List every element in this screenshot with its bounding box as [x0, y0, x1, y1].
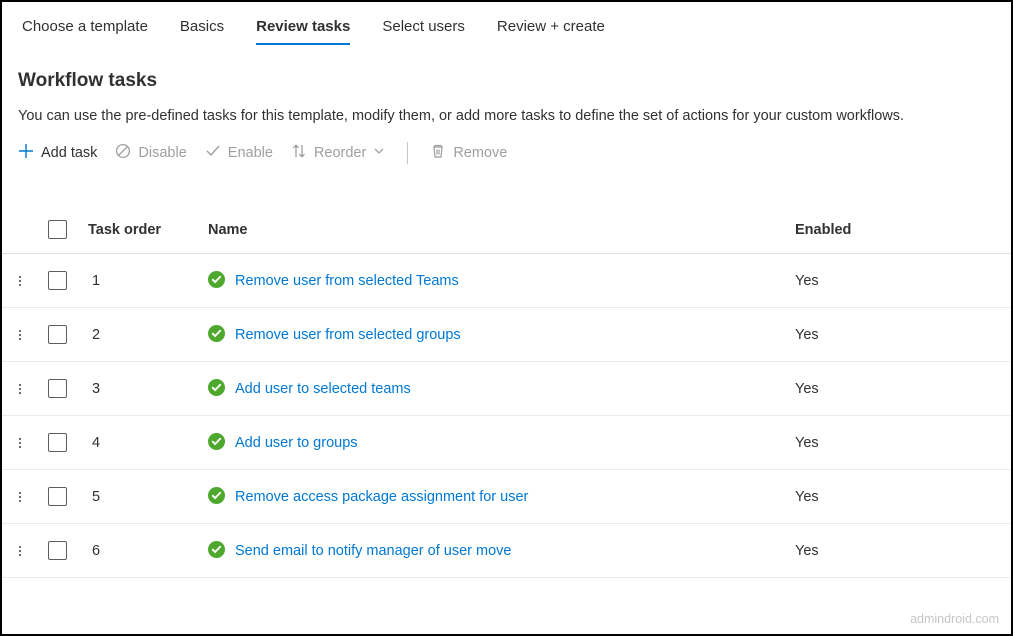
success-icon [208, 325, 225, 345]
table-row: 5 Remove access package assignment for us… [2, 470, 1011, 524]
table-header: Task order Name Enabled [2, 206, 1011, 254]
task-link[interactable]: Add user to selected teams [235, 381, 411, 397]
name-header: Name [208, 222, 795, 238]
add-task-label: Add task [41, 145, 97, 161]
name-cell: Add user to groups [208, 433, 795, 453]
add-task-button[interactable]: Add task [18, 143, 97, 163]
drag-handle-icon[interactable] [18, 327, 48, 343]
reorder-button: Reorder [291, 143, 385, 163]
table-row: 4 Add user to groups Yes [2, 416, 1011, 470]
remove-label: Remove [453, 145, 507, 161]
task-link[interactable]: Send email to notify manager of user mov… [235, 543, 511, 559]
table-row: 6 Send email to notify manager of user mo… [2, 524, 1011, 578]
table-row: 3 Add user to selected teams Yes [2, 362, 1011, 416]
tabs: Choose a template Basics Review tasks Se… [2, 2, 1011, 46]
success-icon [208, 379, 225, 399]
task-order: 2 [88, 327, 208, 343]
task-order: 6 [88, 543, 208, 559]
success-icon [208, 433, 225, 453]
task-link[interactable]: Remove user from selected Teams [235, 273, 459, 289]
remove-button: Remove [430, 143, 507, 163]
chevron-down-icon [373, 145, 385, 161]
task-order: 1 [88, 273, 208, 289]
row-checkbox[interactable] [48, 325, 67, 344]
tab-review-tasks[interactable]: Review tasks [256, 12, 350, 45]
tab-choose-template[interactable]: Choose a template [22, 12, 148, 45]
checkbox-cell [48, 487, 88, 506]
name-cell: Add user to selected teams [208, 379, 795, 399]
enabled-value: Yes [795, 435, 995, 451]
reorder-icon [291, 143, 307, 163]
name-cell: Remove access package assignment for use… [208, 487, 795, 507]
checkmark-icon [205, 143, 221, 163]
checkbox-cell [48, 541, 88, 560]
task-order-header: Task order [88, 222, 208, 238]
name-cell: Send email to notify manager of user mov… [208, 541, 795, 561]
enabled-header: Enabled [795, 222, 995, 238]
toolbar: Add task Disable Enable Reorder Remove [2, 142, 1011, 178]
row-checkbox[interactable] [48, 433, 67, 452]
prohibit-icon [115, 143, 131, 163]
success-icon [208, 541, 225, 561]
task-order: 5 [88, 489, 208, 505]
task-order: 4 [88, 435, 208, 451]
task-link[interactable]: Remove user from selected groups [235, 327, 461, 343]
task-link[interactable]: Add user to groups [235, 435, 358, 451]
select-all-checkbox[interactable] [48, 220, 67, 239]
trash-icon [430, 143, 446, 163]
name-cell: Remove user from selected Teams [208, 271, 795, 291]
enable-button: Enable [205, 143, 273, 163]
checkbox-cell [48, 325, 88, 344]
tab-basics[interactable]: Basics [180, 12, 224, 45]
row-checkbox[interactable] [48, 271, 67, 290]
enabled-value: Yes [795, 273, 995, 289]
drag-handle-icon[interactable] [18, 381, 48, 397]
enabled-value: Yes [795, 381, 995, 397]
enabled-value: Yes [795, 489, 995, 505]
page-description: You can use the pre-defined tasks for th… [2, 100, 1011, 142]
drag-handle-icon[interactable] [18, 435, 48, 451]
page-title: Workflow tasks [2, 46, 1011, 100]
row-checkbox[interactable] [48, 541, 67, 560]
table-row: 1 Remove user from selected Teams Yes [2, 254, 1011, 308]
name-cell: Remove user from selected groups [208, 325, 795, 345]
plus-icon [18, 143, 34, 163]
watermark: admindroid.com [910, 612, 999, 626]
row-checkbox[interactable] [48, 379, 67, 398]
enable-label: Enable [228, 145, 273, 161]
row-checkbox[interactable] [48, 487, 67, 506]
checkbox-cell [48, 433, 88, 452]
drag-handle-icon[interactable] [18, 489, 48, 505]
enabled-value: Yes [795, 327, 995, 343]
success-icon [208, 487, 225, 507]
enabled-value: Yes [795, 543, 995, 559]
toolbar-separator [407, 142, 408, 164]
checkbox-cell [48, 271, 88, 290]
table-body: 1 Remove user from selected Teams Yes 2 Remo… [2, 254, 1011, 578]
disable-button: Disable [115, 143, 186, 163]
table-row: 2 Remove user from selected groups Yes [2, 308, 1011, 362]
drag-handle-icon[interactable] [18, 543, 48, 559]
disable-label: Disable [138, 145, 186, 161]
drag-handle-icon[interactable] [18, 273, 48, 289]
success-icon [208, 271, 225, 291]
checkbox-cell [48, 379, 88, 398]
select-all-cell [48, 220, 88, 239]
task-link[interactable]: Remove access package assignment for use… [235, 489, 528, 505]
reorder-label: Reorder [314, 145, 366, 161]
task-order: 3 [88, 381, 208, 397]
tab-review-create[interactable]: Review + create [497, 12, 605, 45]
tab-select-users[interactable]: Select users [382, 12, 465, 45]
